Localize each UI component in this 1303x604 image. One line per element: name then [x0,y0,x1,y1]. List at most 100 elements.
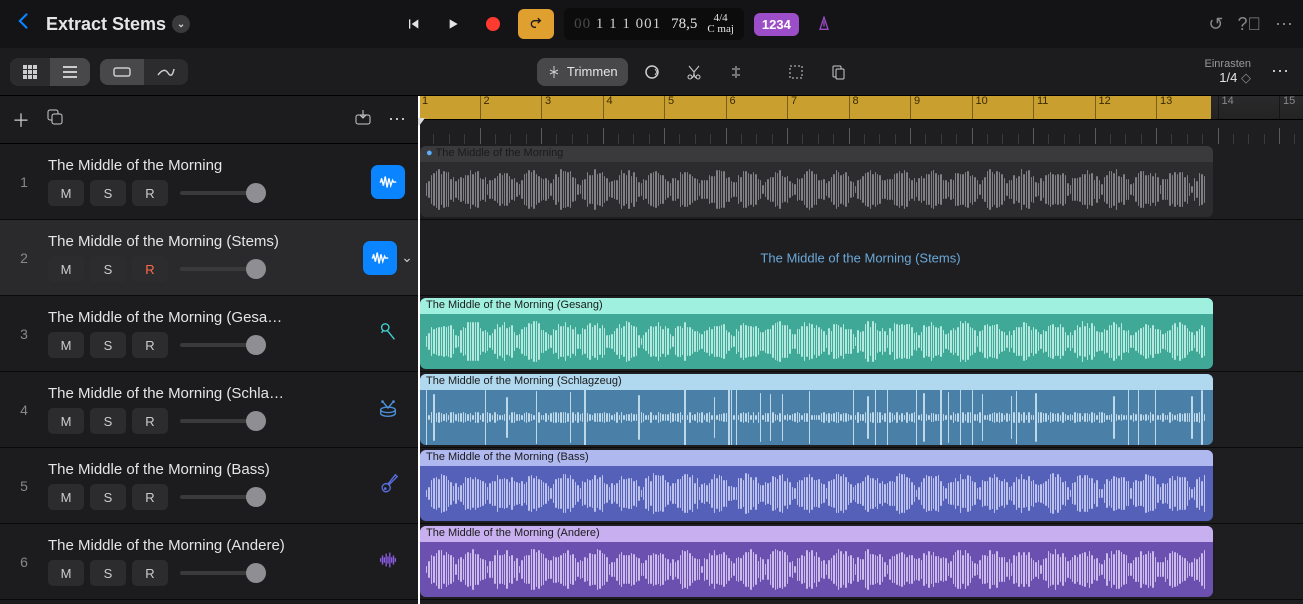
track-type-icon[interactable] [377,473,399,498]
arrange-area[interactable]: 123456789101112131415 ● The Middle of th… [418,96,1303,604]
automation-view-button[interactable] [144,59,188,85]
split-at-playhead-button[interactable] [718,58,754,86]
list-view-button[interactable] [50,58,90,86]
record-button[interactable] [478,9,508,39]
volume-slider[interactable] [180,419,266,423]
track-row[interactable]: 3The Middle of the Morning (Gesang)MSR [0,296,418,372]
split-tool-button[interactable] [676,58,712,86]
track-panel-more-button[interactable]: ⋯ [388,109,406,130]
tempo-readout[interactable]: 78,5 [671,16,697,33]
track-type-icon[interactable] [377,549,399,574]
clipboard-button[interactable] [820,58,856,86]
volume-thumb[interactable] [246,259,266,279]
volume-slider[interactable] [180,495,266,499]
bar-mark[interactable]: 12 [1095,96,1111,119]
record-enable-button[interactable]: R [132,484,168,510]
track-type-icon[interactable] [377,321,399,346]
mute-button[interactable]: M [48,180,84,206]
track-name[interactable]: The Middle of the Morning [48,157,288,174]
track-row[interactable]: 4The Middle of the Morning (Schlag…MSR [0,372,418,448]
more-icon[interactable]: ⋯ [1275,14,1293,35]
region-view-button[interactable] [100,59,144,85]
solo-button[interactable]: S [90,332,126,358]
go-to-start-button[interactable] [398,9,428,39]
solo-button[interactable]: S [90,484,126,510]
playhead[interactable] [418,96,420,604]
lane[interactable]: The Middle of the Morning (Stems) [418,220,1303,296]
project-menu-icon[interactable]: ⌄ [172,15,190,33]
solo-button[interactable]: S [90,180,126,206]
count-in-button[interactable]: 1234 [754,13,799,36]
lane[interactable]: The Middle of the Morning (Schlagzeug) [418,372,1303,448]
record-enable-button[interactable]: R [132,408,168,434]
bar-mark[interactable]: 9 [910,96,920,119]
lane[interactable]: The Middle of the Morning (Bass) [418,448,1303,524]
track-type-icon[interactable] [363,241,397,275]
cycle-range[interactable] [418,96,1211,119]
bar-mark[interactable]: 15 [1279,96,1295,119]
volume-thumb[interactable] [246,183,266,203]
audio-region[interactable]: The Middle of the Morning (Andere) [420,526,1213,597]
record-enable-button[interactable]: R [132,332,168,358]
mute-button[interactable]: M [48,484,84,510]
volume-thumb[interactable] [246,487,266,507]
volume-slider[interactable] [180,267,266,271]
volume-thumb[interactable] [246,411,266,431]
grid-view-button[interactable] [10,58,50,86]
volume-slider[interactable] [180,571,266,575]
record-enable-button[interactable]: R [132,560,168,586]
add-track-button[interactable]: ＋ [12,107,30,133]
trim-tool-button[interactable]: Trimmen [537,58,628,86]
lane[interactable]: The Middle of the Morning (Andere) [418,524,1303,600]
back-button[interactable] [10,10,38,38]
track-name[interactable]: The Middle of the Morning (Schlag… [48,385,288,402]
track-name[interactable]: The Middle of the Morning (Gesang) [48,309,288,326]
lcd-display[interactable]: 00 1 1 1 001 78,5 4/4C maj [564,8,744,40]
record-enable-button[interactable]: R [132,256,168,282]
select-tool-button[interactable] [778,58,814,86]
audio-region[interactable]: The Middle of the Morning (Bass) [420,450,1213,521]
mute-button[interactable]: M [48,560,84,586]
track-name[interactable]: The Middle of the Morning (Bass) [48,461,288,478]
import-button[interactable] [354,108,372,131]
loop-tool-button[interactable] [634,58,670,86]
record-enable-button[interactable]: R [132,180,168,206]
track-type-icon[interactable] [377,397,399,422]
volume-thumb[interactable] [246,335,266,355]
snap-stepper-icon[interactable]: ◇ [1241,70,1251,85]
metronome-button[interactable] [809,9,839,39]
lane[interactable]: The Middle of the Morning (Gesang) [418,296,1303,372]
track-name[interactable]: The Middle of the Morning (Andere) [48,537,288,554]
bar-mark[interactable]: 2 [480,96,490,119]
track-row[interactable]: 6The Middle of the Morning (Andere)MSR [0,524,418,600]
bar-mark[interactable]: 11 [1033,96,1048,119]
cycle-button[interactable] [518,9,554,39]
bar-mark[interactable]: 7 [787,96,797,119]
bar-mark[interactable]: 14 [1218,96,1234,119]
duplicate-track-button[interactable] [46,108,64,131]
snap-settings[interactable]: Einrasten 1/4 ◇ [1205,58,1257,86]
mute-button[interactable]: M [48,408,84,434]
volume-slider[interactable] [180,191,266,195]
lane[interactable]: ● The Middle of the Morning [418,144,1303,220]
help-icon[interactable]: ?⃝ [1237,14,1261,35]
audio-region[interactable]: The Middle of the Morning (Gesang) [420,298,1213,369]
bar-ruler[interactable]: 123456789101112131415 [418,96,1303,120]
bar-mark[interactable]: 3 [541,96,551,119]
audio-region[interactable]: ● The Middle of the Morning [420,146,1213,217]
expand-chevron-icon[interactable]: ⌄ [401,249,413,266]
play-button[interactable] [438,9,468,39]
toolbar-more-button[interactable]: ⋯ [1267,61,1293,82]
volume-thumb[interactable] [246,563,266,583]
track-row[interactable]: 2The Middle of the Morning (Stems)MSR⌄ [0,220,418,296]
mute-button[interactable]: M [48,256,84,282]
bar-mark[interactable]: 8 [849,96,859,119]
solo-button[interactable]: S [90,256,126,282]
solo-button[interactable]: S [90,408,126,434]
bar-mark[interactable]: 10 [972,96,988,119]
track-row[interactable]: 1The Middle of the MorningMSR [0,144,418,220]
audio-region[interactable]: The Middle of the Morning (Schlagzeug) [420,374,1213,445]
bar-mark[interactable]: 6 [726,96,736,119]
project-title[interactable]: Extract Stems ⌄ [46,14,190,35]
track-name[interactable]: The Middle of the Morning (Stems) [48,233,288,250]
